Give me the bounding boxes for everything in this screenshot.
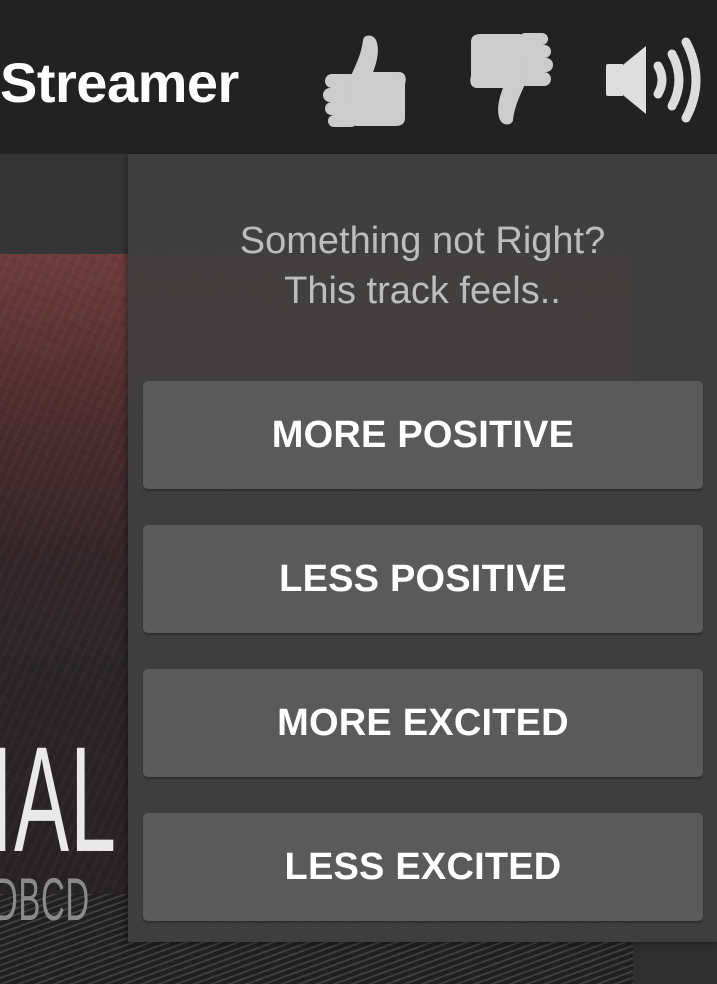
like-button[interactable] bbox=[318, 30, 410, 130]
more-excited-button[interactable]: MORE EXCITED bbox=[143, 669, 703, 777]
less-excited-button[interactable]: LESS EXCITED bbox=[143, 813, 703, 921]
volume-icon bbox=[606, 37, 701, 123]
less-positive-button[interactable]: LESS POSITIVE bbox=[143, 525, 703, 633]
album-art-title: IAL bbox=[0, 715, 118, 883]
dislike-button[interactable] bbox=[466, 30, 558, 130]
feedback-prompt-line2: This track feels.. bbox=[284, 270, 561, 312]
feedback-prompt: Something not Right? This track feels.. bbox=[128, 216, 717, 316]
thumbs-up-icon bbox=[323, 35, 406, 127]
volume-button[interactable] bbox=[598, 30, 706, 130]
app-title: Streamer bbox=[0, 51, 239, 114]
more-positive-button[interactable]: MORE POSITIVE bbox=[143, 381, 703, 489]
app-screen: Streamer IAL DBCD Something not Right? T… bbox=[0, 0, 717, 984]
album-art-subtitle: DBCD bbox=[0, 866, 90, 933]
feedback-prompt-line1: Something not Right? bbox=[239, 220, 606, 262]
track-feedback-popup: Something not Right? This track feels.. … bbox=[128, 154, 717, 942]
thumbs-down-icon bbox=[470, 33, 553, 125]
app-bar: Streamer bbox=[0, 0, 717, 154]
